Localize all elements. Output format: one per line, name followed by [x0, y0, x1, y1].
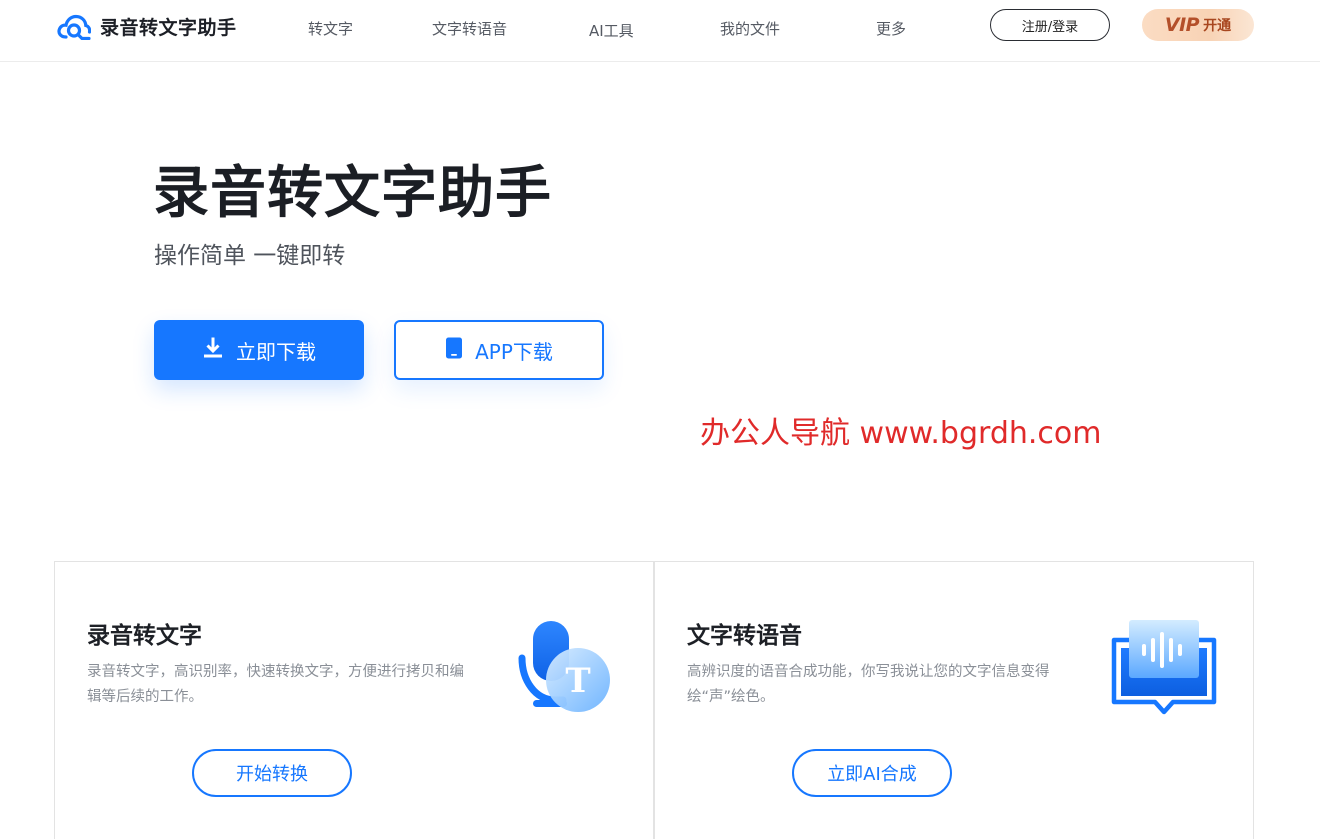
- login-register-button[interactable]: 注册/登录: [990, 9, 1110, 41]
- top-navbar: 录音转文字助手 转文字 文字转语音 AI工具 我的文件 更多 注册/登录 VIP…: [0, 0, 1320, 62]
- app-download-label: APP下载: [475, 339, 553, 364]
- hero-subtitle: 操作简单 一键即转: [154, 243, 346, 269]
- feature-title: 录音转文字: [87, 623, 202, 649]
- app-name: 录音转文字助手: [100, 17, 237, 39]
- feature-card-text-to-speech: 文字转语音 高辨识度的语音合成功能，你写我说让您的文字信息变得绘“声”绘色。 立…: [654, 561, 1254, 839]
- vip-open-label: 开通: [1203, 18, 1232, 34]
- phone-icon: [445, 337, 475, 364]
- feature-description: 高辨识度的语音合成功能，你写我说让您的文字信息变得绘“声”绘色。: [687, 664, 1050, 705]
- voice-book-icon: [1111, 618, 1217, 724]
- nav-item-text-to-speech[interactable]: 文字转语音: [432, 18, 507, 39]
- download-button[interactable]: 立即下载: [154, 320, 364, 380]
- vip-open-button[interactable]: VIP 开通: [1142, 9, 1254, 41]
- nav-item-more[interactable]: 更多: [876, 18, 906, 39]
- app-download-button[interactable]: APP下载: [394, 320, 604, 380]
- feature-description: 录音转文字，高识别率，快速转换文字，方便进行拷贝和编辑等后续的工作。: [87, 664, 464, 705]
- download-label: 立即下载: [236, 339, 316, 364]
- vip-badge: VIP: [1164, 14, 1200, 36]
- feature-card-speech-to-text: 录音转文字 录音转文字，高识别率，快速转换文字，方便进行拷贝和编辑等后续的工作。…: [54, 561, 654, 839]
- microphone-text-icon: T: [517, 618, 613, 718]
- nav-item-transcribe[interactable]: 转文字: [308, 18, 353, 39]
- feature-title: 文字转语音: [687, 623, 802, 649]
- hero-title: 录音转文字助手: [153, 161, 552, 226]
- ai-synthesize-button[interactable]: 立即AI合成: [792, 749, 952, 797]
- logo[interactable]: 录音转文字助手: [57, 13, 237, 40]
- download-icon: [202, 337, 236, 364]
- nav-item-my-files[interactable]: 我的文件: [720, 18, 780, 39]
- start-convert-button[interactable]: 开始转换: [192, 749, 352, 797]
- svg-text:T: T: [565, 661, 590, 701]
- cloud-logo-icon: [57, 14, 91, 40]
- nav-item-ai-tools[interactable]: AI工具: [589, 20, 634, 41]
- watermark-text: 办公人导航 www.bgrdh.com: [700, 416, 1102, 451]
